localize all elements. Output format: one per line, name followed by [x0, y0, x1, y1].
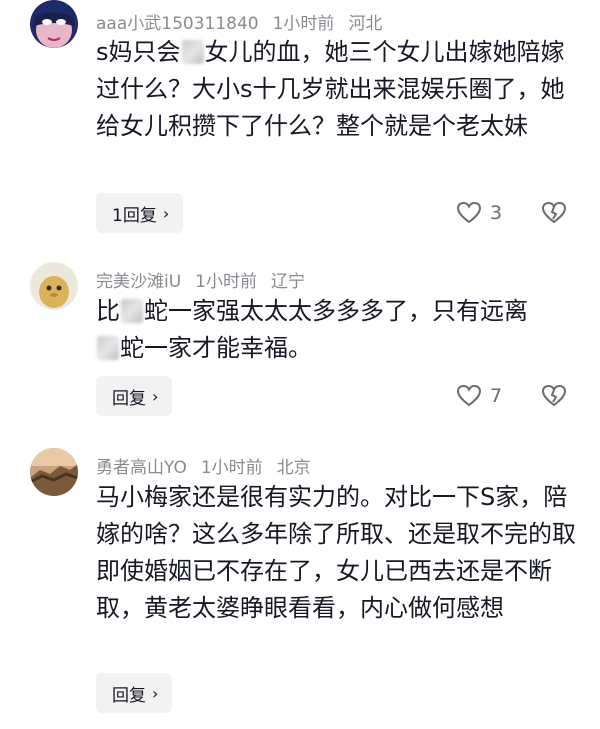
reply-label: 回复	[112, 388, 146, 409]
comment-meta: aaa小武150311840 1小时前 河北	[96, 9, 396, 34]
broken-heart-icon	[541, 384, 567, 407]
redacted-blur	[181, 40, 204, 64]
comment-meta: 完美沙滩iU 1小时前 辽宁	[96, 267, 319, 292]
redacted-blur	[121, 299, 143, 323]
like-count: 7	[490, 385, 503, 407]
like-button[interactable]: 7	[456, 382, 502, 410]
comment-text: s妈只会 女儿的血，她三个女儿出嫁她陪嫁过什么？大小s十几岁就出来混娱乐圈了，她给…	[96, 34, 576, 145]
username[interactable]: 完美沙滩iU	[96, 272, 181, 292]
location: 北京	[276, 458, 311, 478]
comment-text-part: 比	[96, 297, 120, 325]
username[interactable]: 勇者高山YO	[96, 458, 187, 478]
dislike-button[interactable]	[541, 199, 567, 227]
comment-meta: 勇者高山YO 1小时前 北京	[96, 453, 325, 478]
location: 河北	[348, 14, 383, 34]
reply-button[interactable]: 1回复 ›	[96, 193, 184, 233]
like-button[interactable]: 3	[456, 199, 502, 227]
reply-label: 回复	[112, 685, 146, 706]
timestamp: 1小时前	[272, 14, 335, 34]
reply-label: 1回复	[112, 205, 157, 226]
reply-button[interactable]: 回复 ›	[96, 376, 173, 416]
redacted-blur	[97, 336, 119, 360]
broken-heart-icon	[541, 201, 567, 224]
dislike-button[interactable]	[541, 382, 567, 410]
chevron-right-icon: ›	[152, 386, 159, 406]
chevron-right-icon: ›	[162, 203, 170, 223]
chevron-right-icon: ›	[152, 683, 159, 703]
heart-icon	[456, 201, 482, 224]
timestamp: 1小时前	[200, 458, 263, 478]
heart-icon	[456, 384, 482, 407]
comment-text-part: 蛇一家强太太太多多多了，只有远离	[144, 297, 528, 325]
timestamp: 1小时前	[195, 272, 257, 292]
comment-text: 马小梅家还是很有实力的。对比一下S家，陪嫁的啥？这么多年除了所取、还是取不完的取…	[96, 483, 576, 622]
username[interactable]: aaa小武150311840	[96, 14, 259, 34]
location: 辽宁	[271, 272, 305, 292]
comment-text: 比蛇一家强太太太多多多了，只有远离蛇一家才能幸福。	[96, 293, 576, 367]
like-count: 3	[490, 202, 503, 224]
masked-avatar-icon[interactable]	[30, 0, 78, 48]
great-wall-avatar-icon[interactable]	[30, 448, 78, 496]
comment-text-part: s妈只会	[96, 38, 181, 66]
cartoon-avatar-icon[interactable]	[30, 262, 78, 310]
comment-text-part: 蛇一家才能幸福。	[120, 334, 312, 362]
reply-button[interactable]: 回复 ›	[96, 673, 173, 713]
